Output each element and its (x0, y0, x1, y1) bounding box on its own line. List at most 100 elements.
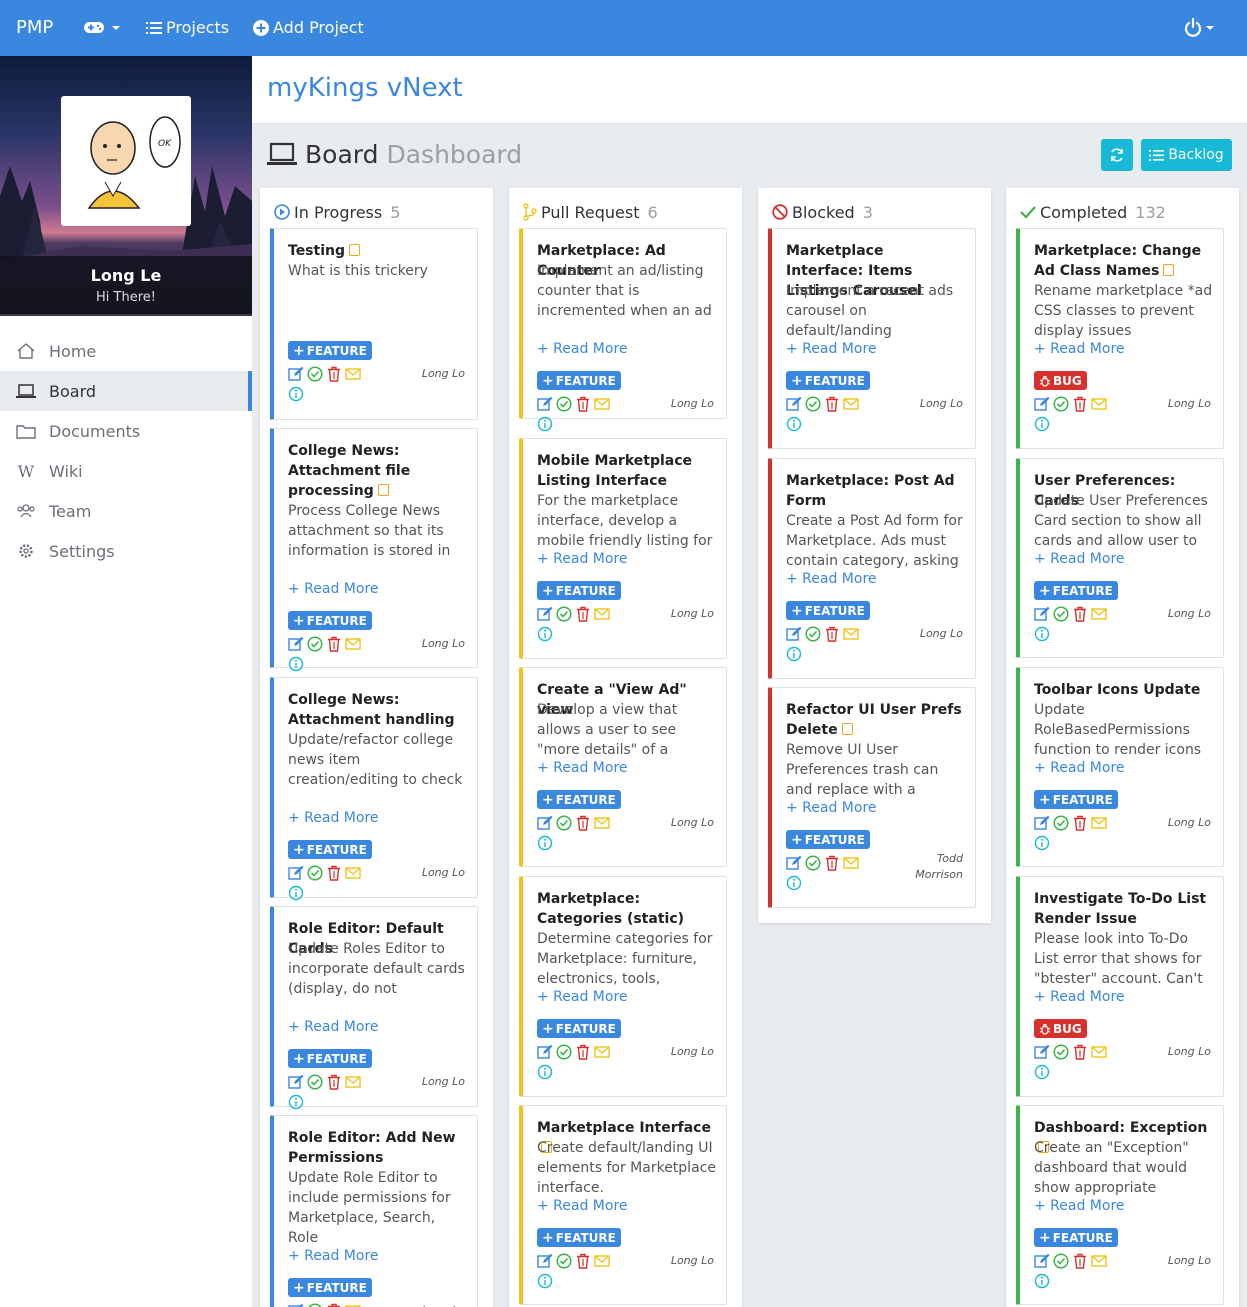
edit-icon[interactable] (288, 865, 304, 881)
edit-icon[interactable] (1034, 815, 1050, 831)
info-icon[interactable] (1034, 626, 1050, 642)
read-more-link[interactable]: + Read More (1034, 989, 1125, 1005)
edit-icon[interactable] (1034, 606, 1050, 622)
envelope-icon[interactable] (843, 396, 859, 412)
sidebar-item-board[interactable]: Board (0, 371, 252, 411)
read-more-link[interactable]: + Read More (537, 341, 628, 357)
feature-badge[interactable]: + FEATURE (786, 601, 870, 620)
read-more-link[interactable]: + Read More (786, 571, 877, 587)
nav-add-project-link[interactable]: Add Project (253, 18, 364, 37)
task-card[interactable]: Mobile Marketplace Listing Interface For … (519, 438, 727, 659)
envelope-icon[interactable] (594, 815, 610, 831)
feature-badge[interactable]: + FEATURE (288, 611, 372, 630)
check-circle-icon[interactable] (556, 1044, 572, 1060)
info-icon[interactable] (537, 626, 553, 642)
sidebar-item-wiki[interactable]: W Wiki (0, 451, 252, 491)
trash-icon[interactable] (824, 396, 840, 412)
edit-icon[interactable] (537, 1044, 553, 1060)
read-more-link[interactable]: + Read More (537, 1198, 628, 1214)
check-circle-icon[interactable] (556, 1253, 572, 1269)
trash-icon[interactable] (575, 1044, 591, 1060)
info-icon[interactable] (1034, 835, 1050, 851)
read-more-link[interactable]: + Read More (537, 551, 628, 567)
read-more-link[interactable]: + Read More (1034, 1198, 1125, 1214)
feature-badge[interactable]: + FEATURE (288, 840, 372, 859)
feature-badge[interactable]: + FEATURE (1034, 1228, 1118, 1247)
envelope-icon[interactable] (843, 626, 859, 642)
envelope-icon[interactable] (843, 855, 859, 871)
check-circle-icon[interactable] (307, 1074, 323, 1090)
trash-icon[interactable] (326, 1303, 342, 1307)
nav-projects-link[interactable]: Projects (146, 18, 229, 37)
task-card[interactable]: Marketplace: Ad Counter Implement an ad/l… (519, 228, 727, 432)
feature-badge[interactable]: + FEATURE (786, 830, 870, 849)
task-card[interactable]: Marketplace Interface: Items Listings Ca… (768, 228, 976, 449)
sidebar-item-team[interactable]: Team (0, 491, 252, 531)
envelope-icon[interactable] (1091, 606, 1107, 622)
feature-badge[interactable]: + FEATURE (288, 1049, 372, 1068)
feature-badge[interactable]: + FEATURE (1034, 790, 1118, 809)
info-icon[interactable] (288, 1094, 304, 1110)
envelope-icon[interactable] (1091, 396, 1107, 412)
task-card[interactable]: Create a "View Ad" view Develop a view th… (519, 667, 727, 867)
info-icon[interactable] (288, 656, 304, 672)
check-circle-icon[interactable] (1053, 606, 1069, 622)
envelope-icon[interactable] (1091, 1044, 1107, 1060)
feature-badge[interactable]: + FEATURE (288, 1278, 372, 1297)
info-icon[interactable] (288, 386, 304, 402)
trash-icon[interactable] (824, 626, 840, 642)
trash-icon[interactable] (326, 366, 342, 382)
check-circle-icon[interactable] (556, 815, 572, 831)
task-card[interactable]: Marketplace: Change Ad Class Names Rename… (1016, 228, 1224, 449)
envelope-icon[interactable] (594, 1044, 610, 1060)
check-circle-icon[interactable] (307, 1303, 323, 1307)
read-more-link[interactable]: + Read More (288, 1019, 379, 1035)
check-circle-icon[interactable] (1053, 815, 1069, 831)
trash-icon[interactable] (1072, 606, 1088, 622)
edit-icon[interactable] (537, 396, 553, 412)
trash-icon[interactable] (575, 815, 591, 831)
envelope-icon[interactable] (345, 865, 361, 881)
info-icon[interactable] (786, 416, 802, 432)
task-card[interactable]: Marketplace Interface Create default/land… (519, 1105, 727, 1305)
task-card[interactable]: Role Editor: Default Cards Update Roles E… (270, 906, 478, 1110)
trash-icon[interactable] (1072, 1044, 1088, 1060)
check-circle-icon[interactable] (307, 636, 323, 652)
read-more-link[interactable]: + Read More (1034, 551, 1125, 567)
trash-icon[interactable] (575, 1253, 591, 1269)
edit-icon[interactable] (786, 626, 802, 642)
trash-icon[interactable] (1072, 1253, 1088, 1269)
info-icon[interactable] (1034, 1273, 1050, 1289)
info-icon[interactable] (537, 1273, 553, 1289)
task-card[interactable]: Testing What is this trickery + FEATURE Long… (270, 228, 478, 420)
read-more-link[interactable]: + Read More (786, 341, 877, 357)
envelope-icon[interactable] (345, 366, 361, 382)
trash-icon[interactable] (575, 606, 591, 622)
check-circle-icon[interactable] (556, 396, 572, 412)
feature-badge[interactable]: + FEATURE (537, 790, 621, 809)
edit-icon[interactable] (288, 366, 304, 382)
brand-logo[interactable]: PMP (16, 17, 53, 38)
edit-icon[interactable] (1034, 1253, 1050, 1269)
feature-badge[interactable]: + FEATURE (1034, 581, 1118, 600)
edit-icon[interactable] (288, 1074, 304, 1090)
refresh-button[interactable] (1101, 139, 1133, 171)
power-dropdown[interactable] (1184, 17, 1220, 39)
read-more-link[interactable]: + Read More (288, 1248, 379, 1264)
sidebar-item-documents[interactable]: Documents (0, 411, 252, 451)
trash-icon[interactable] (326, 865, 342, 881)
task-card[interactable]: User Preferences: Cards Update User Prefe… (1016, 458, 1224, 658)
trash-icon[interactable] (575, 396, 591, 412)
task-card[interactable]: Investigate To-Do List Render Issue Pleas… (1016, 876, 1224, 1097)
bug-badge[interactable]: BUG (1034, 371, 1087, 390)
info-icon[interactable] (1034, 1064, 1050, 1080)
read-more-link[interactable]: + Read More (537, 760, 628, 776)
gamepad-dropdown[interactable] (83, 18, 127, 38)
check-circle-icon[interactable] (1053, 396, 1069, 412)
check-circle-icon[interactable] (805, 626, 821, 642)
edit-icon[interactable] (537, 815, 553, 831)
read-more-link[interactable]: + Read More (288, 581, 379, 597)
info-icon[interactable] (537, 416, 553, 432)
trash-icon[interactable] (326, 1074, 342, 1090)
envelope-icon[interactable] (594, 606, 610, 622)
